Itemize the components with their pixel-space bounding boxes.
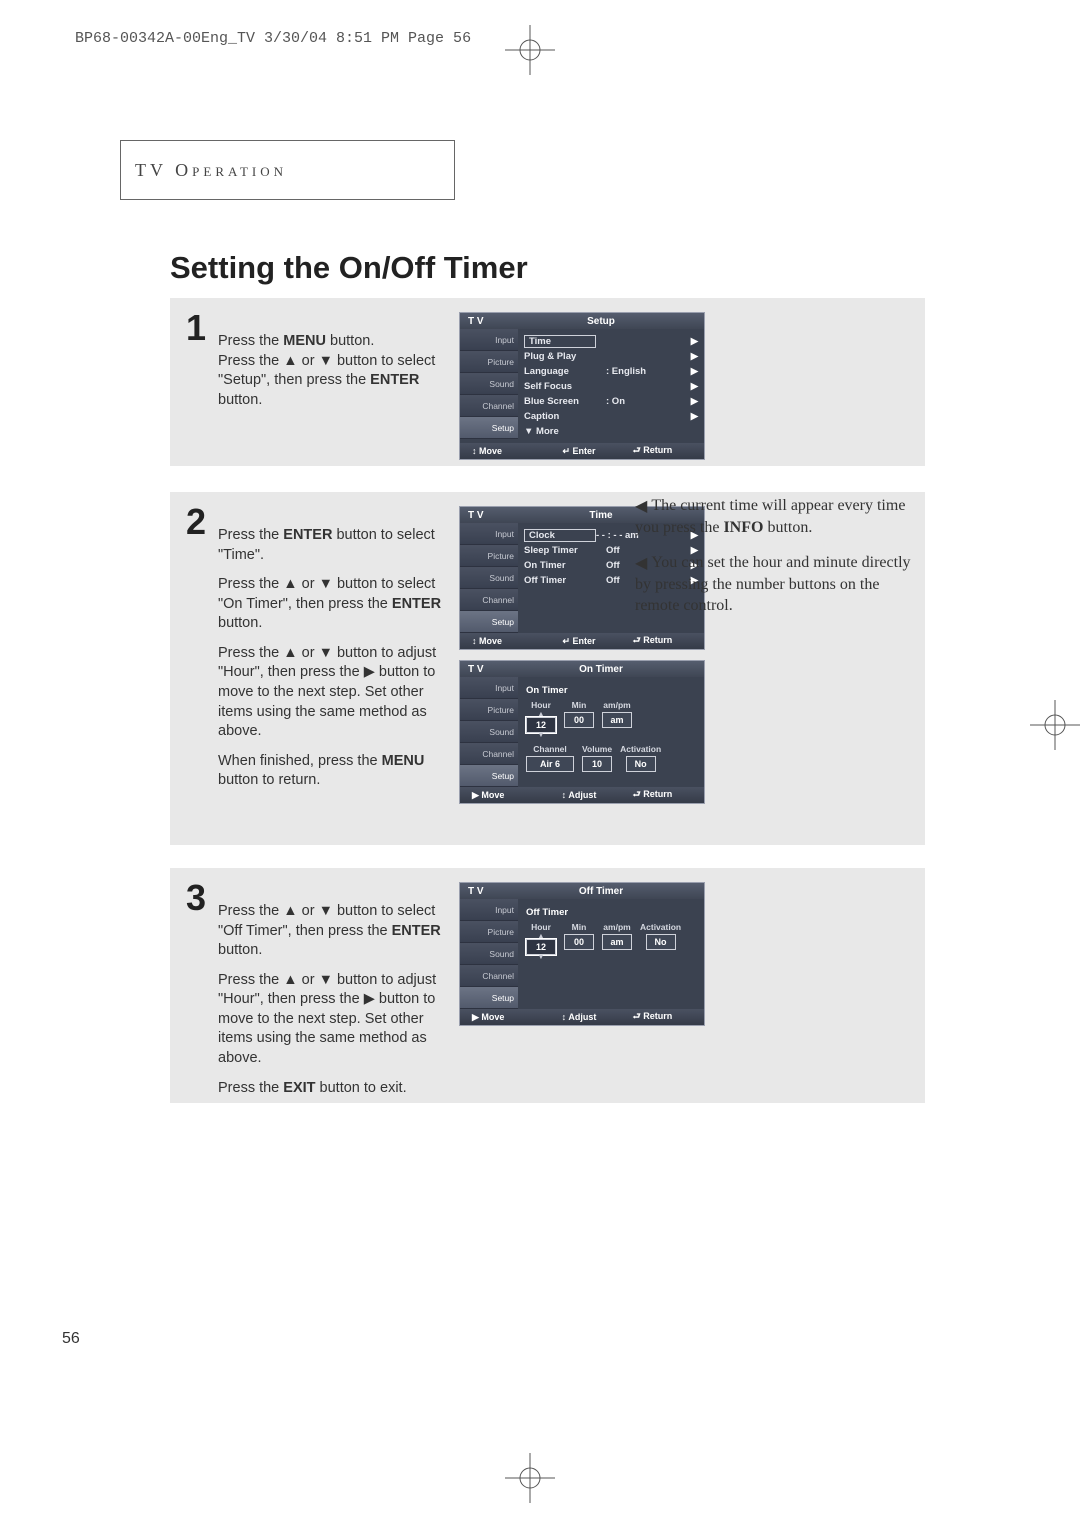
step-1-number: 1 — [186, 310, 218, 460]
min-value: 00 — [564, 712, 594, 728]
side-notes: ◀The current time will appear every time… — [635, 495, 923, 631]
step-3-block: 3 Press the ▲ or ▼ button to select "Off… — [170, 868, 925, 1103]
osd-on-timer: T V On Timer Input Picture Sound Channel… — [459, 660, 705, 804]
osd-setup: T V Setup Input Picture Sound Channel Se… — [459, 312, 705, 460]
section-label-box: TV Operation — [120, 140, 455, 200]
note-bullet-icon: ◀ — [635, 553, 647, 575]
note-bullet-icon: ◀ — [635, 496, 647, 518]
osd-tab-picture: Picture — [460, 351, 518, 373]
osd-off-timer: T V Off Timer Input Picture Sound Channe… — [459, 882, 705, 1026]
step-2-text: Press the ENTER button to select "Time".… — [218, 506, 453, 804]
step-3-text: Press the ▲ or ▼ button to select "Off T… — [218, 882, 453, 1108]
print-header: BP68-00342A-00Eng_TV 3/30/04 8:51 PM Pag… — [75, 30, 471, 47]
step-1-block: 1 Press the MENU button. Press the ▲ or … — [170, 298, 925, 466]
osd-tabs: Input Picture Sound Channel Setup — [460, 329, 518, 443]
activation-value: No — [646, 934, 676, 950]
volume-value: 10 — [582, 756, 612, 772]
osd-main: Time▶ Plug & Play▶ Language: English▶ Se… — [518, 329, 704, 443]
osd-foot: ↕ Move ↵ Enter ⮐ Return — [460, 443, 704, 459]
hour-value: 12 — [526, 939, 556, 955]
down-triangle-icon: ▼ — [538, 733, 545, 738]
osd-title: Setup — [518, 316, 684, 327]
down-triangle-icon: ▼ — [538, 955, 545, 960]
page-number: 56 — [62, 1330, 80, 1348]
osd-tab-channel: Channel — [460, 395, 518, 417]
ampm-value: am — [602, 934, 632, 950]
channel-value: Air 6 — [526, 756, 574, 772]
osd-tab-sound: Sound — [460, 373, 518, 395]
hour-value: 12 — [526, 717, 556, 733]
osd-tab-input: Input — [460, 329, 518, 351]
min-value: 00 — [564, 934, 594, 950]
step-2-number: 2 — [186, 504, 218, 804]
crop-mark-right — [1030, 700, 1080, 750]
osd-tv-label: T V — [460, 316, 518, 327]
ampm-value: am — [602, 712, 632, 728]
osd-tab-setup: Setup — [460, 417, 518, 439]
page-title: Setting the On/Off Timer — [170, 250, 528, 286]
activation-value: No — [626, 756, 656, 772]
step-1-text: Press the MENU button. Press the ▲ or ▼ … — [218, 312, 453, 460]
crop-mark-top — [505, 25, 555, 75]
section-title: TV Operation — [135, 160, 287, 181]
crop-mark-bottom — [505, 1453, 555, 1503]
step-3-number: 3 — [186, 880, 218, 1108]
